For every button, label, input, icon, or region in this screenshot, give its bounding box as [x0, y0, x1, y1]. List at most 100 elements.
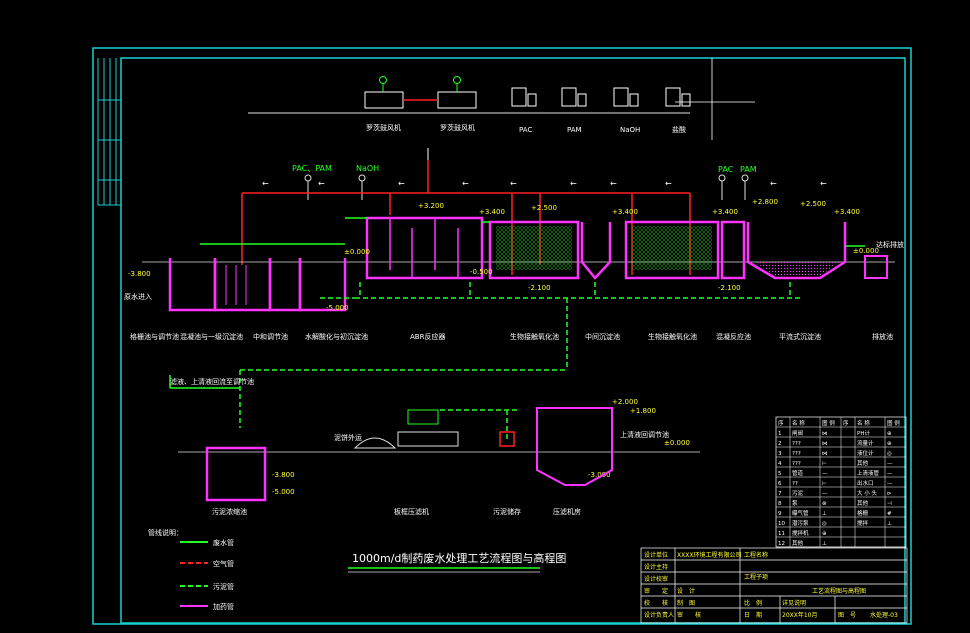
pipe-legend: 管线说明： 废水管 空气管 污泥管 加药管	[148, 528, 234, 611]
bottom-unit-labels: 污泥浓缩池 板框压滤机 污泥储存 压滤机房	[212, 507, 581, 516]
table-cell: 搅拌	[857, 519, 869, 527]
svg-text:←: ←	[262, 179, 269, 188]
table-cell: ◎	[887, 451, 892, 457]
naoh-label: NaOH	[620, 126, 640, 134]
table-cell: 9	[778, 511, 782, 517]
table-cell: #	[887, 511, 892, 517]
table-cell: 7	[778, 491, 782, 497]
tb-design-unit-label: 设计单位	[644, 551, 668, 559]
tb-design-label: 设 计	[677, 587, 695, 595]
tb-project-sub-label: 工程子项	[744, 573, 768, 581]
table-cell: 11	[778, 531, 785, 537]
bottom-unit-3: 压滤机房	[553, 507, 581, 516]
table-cell: 流量计	[857, 439, 874, 447]
dosing-tanks	[511, 87, 691, 107]
svg-text:←: ←	[570, 179, 577, 188]
table-header-cell: 图 例	[822, 419, 835, 427]
title-block-text: 设计单位 XXXX环境工程有限公司 工程名称 工程子项 设计主持 设计校审 审 …	[644, 551, 898, 619]
acid-label: 盐酸	[672, 125, 686, 134]
svg-text:←: ←	[665, 179, 672, 188]
table-cell: ⊥	[822, 511, 827, 517]
elev-2800: +2.800	[752, 198, 778, 206]
tb-project-name-label: 工程名称	[744, 551, 768, 559]
tb-row-3: 校 核	[644, 599, 668, 607]
sludge-thickener	[205, 446, 267, 502]
bottom-unit-1: 板框压滤机	[394, 507, 429, 516]
elev-1800: +1.800	[630, 407, 656, 415]
elev-3800-top: -3.800	[128, 270, 151, 278]
equipment-row: 罗茨鼓风机 罗茨鼓风机 PAC PAM NaOH 盐酸	[248, 76, 691, 160]
table-cell: 出水口	[857, 479, 874, 487]
elev-0500: -0.500	[470, 268, 493, 276]
table-header-cell: 序	[843, 419, 849, 427]
bottom-unit-2: 污泥储存	[493, 507, 521, 516]
table-cell: 12	[778, 541, 785, 547]
neutralization-tank	[268, 258, 302, 312]
svg-text:←: ←	[462, 179, 469, 188]
table-cell: ⊢	[822, 481, 827, 487]
table-cell: 泵	[792, 500, 798, 507]
unit-label-2: 中和调节池	[253, 332, 288, 341]
elev-2500: +2.500	[531, 204, 557, 212]
table-header-cell: 名 称	[857, 419, 870, 427]
drawing-title-rest: /d制药废水处理工艺流程图与高程图	[391, 551, 567, 565]
table-cell: ??	[792, 481, 798, 487]
table-cell: 闸阀	[792, 429, 803, 437]
outlet-label: 达标排放	[876, 240, 904, 249]
elev-3400-c: +3.400	[712, 208, 738, 216]
tb-design-unit: XXXX环境工程有限公司	[677, 551, 741, 559]
table-cell: ⊢	[822, 461, 827, 467]
svg-text:←: ←	[398, 179, 405, 188]
table-cell: 2	[778, 441, 782, 447]
elev-5000-top: -5.000	[326, 304, 349, 312]
table-cell: ???	[792, 441, 801, 447]
inlet-label: 原水进入	[124, 292, 152, 301]
sludge-reflux-label: 滤液、上清液回流至调节池	[170, 377, 254, 386]
table-cell: ⋈	[822, 431, 828, 437]
svg-text:←: ←	[770, 179, 777, 188]
unit-label-8: 混凝反应池	[716, 332, 751, 341]
sludge-pipe-line	[239, 282, 800, 440]
legend-item-2: 污泥管	[213, 582, 234, 591]
equipment-table-rows: 序名 称图 例序名 称图 例1 闸阀 ⋈ PH计 ⊕2??? ⋈ 流量计 ⊕3??? ⋈ 液位计 ◎…	[776, 417, 906, 548]
legend-title: 管线说明：	[148, 528, 183, 537]
table-cell: 10	[778, 521, 785, 527]
blower-2-label: 罗茨鼓风机	[440, 123, 475, 132]
blower-1-symbol	[364, 76, 404, 109]
table-cell: —	[887, 481, 893, 487]
table-cell: 其他	[792, 539, 804, 547]
unit-label-1: 混凝池与一级沉淀池	[180, 332, 243, 341]
table-cell: 1	[778, 431, 782, 437]
unit-label-0: 格栅池与调节池	[130, 332, 179, 341]
intermediate-settling-tank	[580, 222, 612, 280]
hydrolysis-acidification-tank	[298, 258, 347, 312]
unit-label-6: 中间沉淀池	[585, 332, 620, 341]
tb-row-0: 设计主持	[644, 563, 668, 571]
dosing-right-pam: PAM	[740, 165, 757, 174]
table-cell: ⊥	[822, 541, 827, 547]
legend-item-0: 废水管	[213, 538, 234, 547]
drawing-title-main: 1000m	[352, 552, 391, 565]
elev-5000-b: -5.000	[272, 488, 295, 496]
elev-3800-b: -3.800	[272, 471, 295, 479]
svg-text:←: ←	[610, 179, 617, 188]
table-cell: 其他	[857, 459, 869, 467]
flow-arrows-top: ← ← ← ← ← ← ← ← ← ←	[262, 179, 827, 188]
tb-row-4: 设计负责人	[644, 611, 674, 619]
elev-0000-a: ±0.000	[344, 248, 370, 256]
crosshair-cursor	[675, 58, 755, 140]
table-cell: ⋈	[822, 451, 828, 457]
tb-drawn-label: 制 图	[677, 599, 695, 607]
table-cell: 8	[778, 501, 782, 507]
table-cell: —	[822, 471, 828, 477]
table-cell: ⊣	[887, 501, 892, 507]
svg-text:←: ←	[510, 179, 517, 188]
table-cell: ⊗	[822, 501, 827, 507]
coagulation-primary-settling	[213, 258, 272, 312]
table-cell: ⊥	[887, 521, 892, 527]
table-cell: 4	[778, 461, 782, 467]
elev-2100-b: -2.100	[718, 284, 741, 292]
filter-press	[397, 409, 459, 447]
unit-label-5: 生物接触氧化池	[510, 332, 559, 341]
unit-label-9: 平流式沉淀池	[779, 332, 821, 341]
